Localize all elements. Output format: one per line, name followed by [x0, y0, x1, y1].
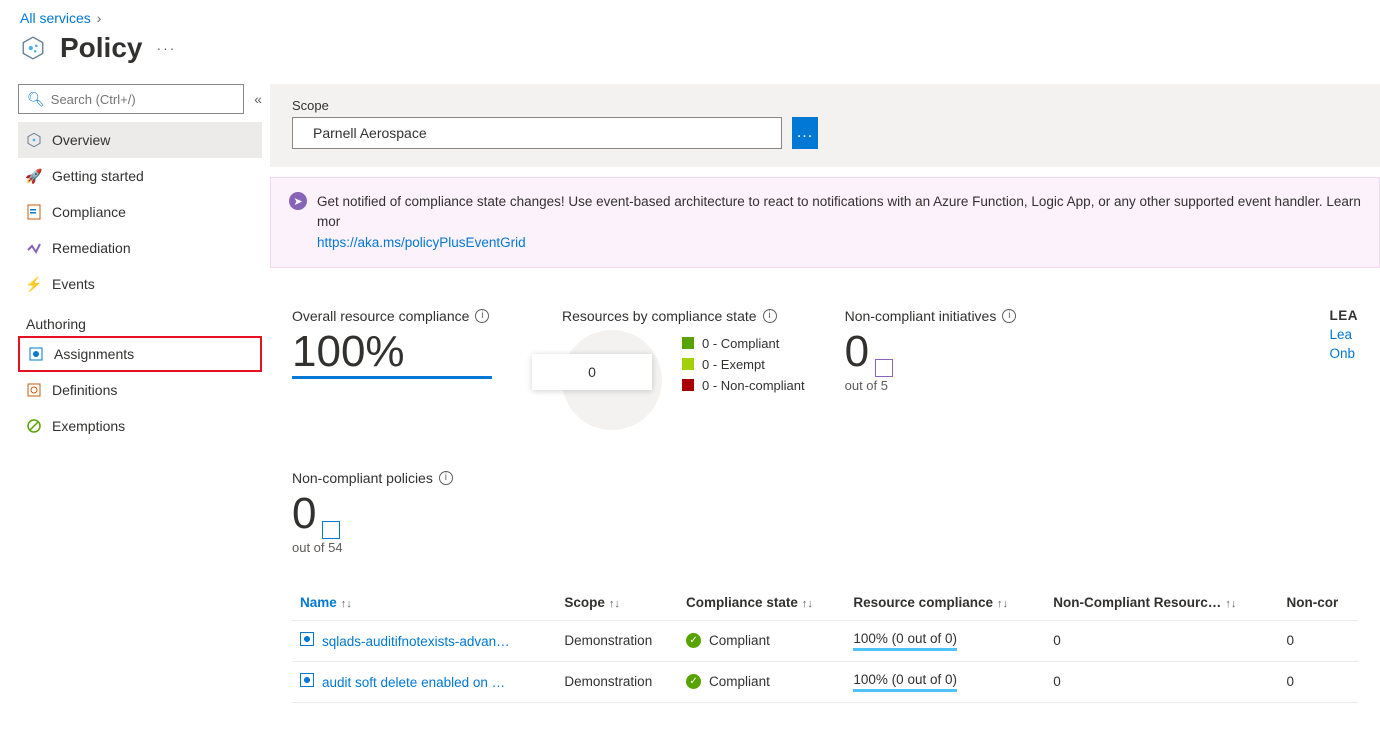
- noncompliant-initiatives-card: Non-compliant initiatives i 0 out of 5: [845, 308, 1017, 430]
- nav-label: Events: [52, 276, 95, 292]
- nav-assignments[interactable]: Assignments: [18, 336, 262, 372]
- remediation-icon: [26, 240, 42, 256]
- overview-icon: [26, 132, 42, 148]
- notification-bar: ➤ Get notified of compliance state chang…: [270, 177, 1380, 268]
- noncompliant-initiatives-value: 0: [845, 330, 869, 374]
- authoring-section-label: Authoring: [26, 316, 262, 332]
- col-scope[interactable]: Scope↑↓: [556, 585, 678, 621]
- nav-exemptions[interactable]: Exemptions: [18, 408, 262, 444]
- exemptions-icon: [26, 418, 42, 434]
- row-resource-compliance: 100% (0 out of 0): [853, 631, 957, 651]
- assignments-icon: [28, 346, 44, 362]
- info-icon[interactable]: i: [475, 309, 489, 323]
- scope-picker-button[interactable]: ...: [792, 117, 818, 149]
- row-scope: Demonstration: [556, 620, 678, 661]
- breadcrumb[interactable]: All services ›: [20, 10, 1360, 26]
- nav-label: Assignments: [54, 346, 134, 362]
- learn-link-2[interactable]: Onb: [1330, 346, 1359, 361]
- nav-label: Getting started: [52, 168, 144, 184]
- row-nc: 0: [1279, 620, 1358, 661]
- overall-compliance-value: 100%: [292, 330, 522, 374]
- nav-label: Overview: [52, 132, 110, 148]
- policy-row-icon: [300, 673, 314, 687]
- learn-link-1[interactable]: Lea: [1330, 327, 1359, 342]
- metric-title: Non-compliant policies: [292, 470, 433, 486]
- breadcrumb-parent[interactable]: All services: [20, 10, 91, 26]
- row-ncr: 0: [1045, 661, 1278, 702]
- metric-title: Overall resource compliance: [292, 308, 469, 324]
- notification-text: Get notified of compliance state changes…: [317, 192, 1361, 253]
- table-row[interactable]: audit soft delete enabled on … Demonstrat…: [292, 661, 1358, 702]
- underline-accent: [292, 376, 492, 379]
- legend-exempt: 0 - Exempt: [682, 357, 805, 372]
- events-icon: ⚡: [26, 276, 42, 292]
- row-compliance-state: ✓Compliant: [686, 633, 837, 648]
- info-icon[interactable]: i: [763, 309, 777, 323]
- info-icon[interactable]: i: [1002, 309, 1016, 323]
- resources-by-state-card: Resources by compliance state i 0 0 - Co…: [562, 308, 805, 430]
- row-ncr: 0: [1045, 620, 1278, 661]
- check-icon: ✓: [686, 633, 701, 648]
- initiative-icon: [875, 359, 893, 377]
- megaphone-icon: ➤: [289, 192, 307, 210]
- donut-chart: 0: [562, 330, 662, 430]
- col-compliance-state[interactable]: Compliance state↑↓: [678, 585, 845, 621]
- nav-compliance[interactable]: Compliance: [18, 194, 262, 230]
- scope-label: Scope: [292, 98, 1358, 113]
- policy-mini-icon: [322, 521, 340, 539]
- col-name[interactable]: Name↑↓: [292, 585, 556, 621]
- row-resource-compliance: 100% (0 out of 0): [853, 672, 957, 692]
- check-icon: ✓: [686, 674, 701, 689]
- sidebar: 🔍︎ « Overview 🚀 Getting started Complian…: [0, 84, 270, 703]
- policy-icon: [20, 35, 46, 61]
- info-icon[interactable]: i: [439, 471, 453, 485]
- row-name-link[interactable]: audit soft delete enabled on …: [322, 675, 505, 690]
- nav-label: Compliance: [52, 204, 126, 220]
- row-nc: 0: [1279, 661, 1358, 702]
- search-icon: 🔍︎: [27, 91, 45, 108]
- metric-title: Non-compliant initiatives: [845, 308, 997, 324]
- definitions-icon: [26, 382, 42, 398]
- row-compliance-state: ✓Compliant: [686, 674, 837, 689]
- nav-label: Exemptions: [52, 418, 125, 434]
- nav-remediation[interactable]: Remediation: [18, 230, 262, 266]
- noncompliant-policies-value: 0: [292, 492, 316, 536]
- col-noncompliant[interactable]: Non-cor: [1279, 585, 1358, 621]
- col-resource-compliance[interactable]: Resource compliance↑↓: [845, 585, 1045, 621]
- search-input[interactable]: [51, 92, 235, 107]
- metric-title: Resources by compliance state: [562, 308, 757, 324]
- row-name-link[interactable]: sqlads-auditifnotexists-advan…: [322, 634, 510, 649]
- legend-noncompliant: 0 - Non-compliant: [682, 378, 805, 393]
- nav-getting-started[interactable]: 🚀 Getting started: [18, 158, 262, 194]
- nav-events[interactable]: ⚡ Events: [18, 266, 262, 302]
- nav-definitions[interactable]: Definitions: [18, 372, 262, 408]
- noncompliant-initiatives-sub: out of 5: [845, 378, 1017, 393]
- learn-more-panel: LEA Lea Onb: [1330, 308, 1359, 430]
- table-row[interactable]: sqlads-auditifnotexists-advan… Demonstrat…: [292, 620, 1358, 661]
- learn-heading: LEA: [1330, 308, 1359, 323]
- main-content: Scope Parnell Aerospace ... ➤ Get notifi…: [270, 84, 1380, 703]
- chevron-right-icon: ›: [97, 10, 102, 26]
- notification-link[interactable]: https://aka.ms/policyPlusEventGrid: [317, 235, 526, 250]
- legend-compliant: 0 - Compliant: [682, 336, 805, 351]
- scope-bar: Scope Parnell Aerospace ...: [270, 84, 1380, 167]
- compliance-icon: [26, 204, 42, 220]
- collapse-sidebar-button[interactable]: «: [254, 91, 262, 107]
- nav-label: Definitions: [52, 382, 117, 398]
- nav-overview[interactable]: Overview: [18, 122, 262, 158]
- page-title: Policy: [60, 32, 142, 64]
- noncompliant-policies-card: Non-compliant policies i 0 out of 54: [270, 440, 1380, 565]
- overall-compliance-card: Overall resource compliance i 100%: [292, 308, 522, 430]
- nav-label: Remediation: [52, 240, 131, 256]
- more-actions-button[interactable]: ···: [156, 40, 176, 56]
- row-scope: Demonstration: [556, 661, 678, 702]
- rocket-icon: 🚀: [26, 168, 42, 184]
- compliance-table: Name↑↓ Scope↑↓ Compliance state↑↓ Resour…: [292, 585, 1358, 703]
- policy-row-icon: [300, 632, 314, 646]
- scope-input[interactable]: Parnell Aerospace: [292, 117, 782, 149]
- search-box[interactable]: 🔍︎: [18, 84, 244, 114]
- col-noncompliant-resources[interactable]: Non-Compliant Resourc…↑↓: [1045, 585, 1278, 621]
- noncompliant-policies-sub: out of 54: [292, 540, 1358, 555]
- donut-tooltip: 0: [532, 354, 652, 390]
